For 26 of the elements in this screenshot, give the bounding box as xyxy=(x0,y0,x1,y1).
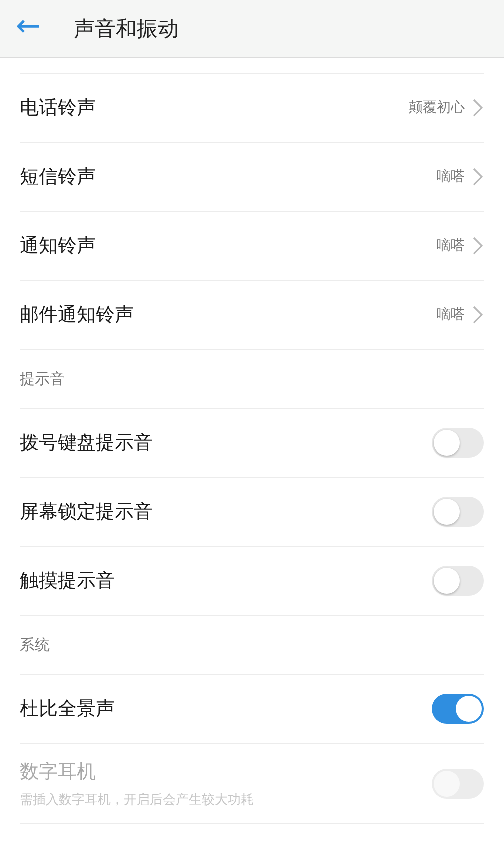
toggle-switch[interactable] xyxy=(432,566,484,596)
setting-label: 屏幕锁定提示音 xyxy=(20,500,154,525)
setting-label: 电话铃声 xyxy=(20,96,97,121)
setting-label: 数字耳机 xyxy=(20,760,97,784)
setting-value: 嘀嗒 xyxy=(437,237,465,255)
setting-label: 拨号键盘提示音 xyxy=(20,431,154,456)
chevron-right-icon xyxy=(473,99,483,117)
setting-value: 嘀嗒 xyxy=(437,168,465,186)
setting-label: 通知铃声 xyxy=(20,234,97,259)
chevron-right-icon xyxy=(473,237,483,255)
section-header: 系统 xyxy=(20,616,484,675)
setting-label: 杜比全景声 xyxy=(20,697,116,722)
setting-description: 需插入数字耳机，开启后会产生较大功耗 xyxy=(20,792,255,808)
page-title: 声音和振动 xyxy=(74,16,179,42)
section-header: 提示音 xyxy=(20,350,484,409)
toggle-switch[interactable] xyxy=(432,428,484,458)
back-button[interactable]: ← xyxy=(0,9,74,48)
toggle-switch[interactable] xyxy=(432,497,484,527)
toggle-switch[interactable] xyxy=(432,694,484,724)
chevron-right-icon xyxy=(473,306,483,324)
setting-label: 触摸提示音 xyxy=(20,569,116,594)
setting-value: 嘀嗒 xyxy=(437,306,465,324)
setting-label: 短信铃声 xyxy=(20,165,97,190)
chevron-right-icon xyxy=(473,168,483,186)
setting-value: 颠覆初心 xyxy=(409,99,465,117)
setting-label: 邮件通知铃声 xyxy=(20,303,135,328)
